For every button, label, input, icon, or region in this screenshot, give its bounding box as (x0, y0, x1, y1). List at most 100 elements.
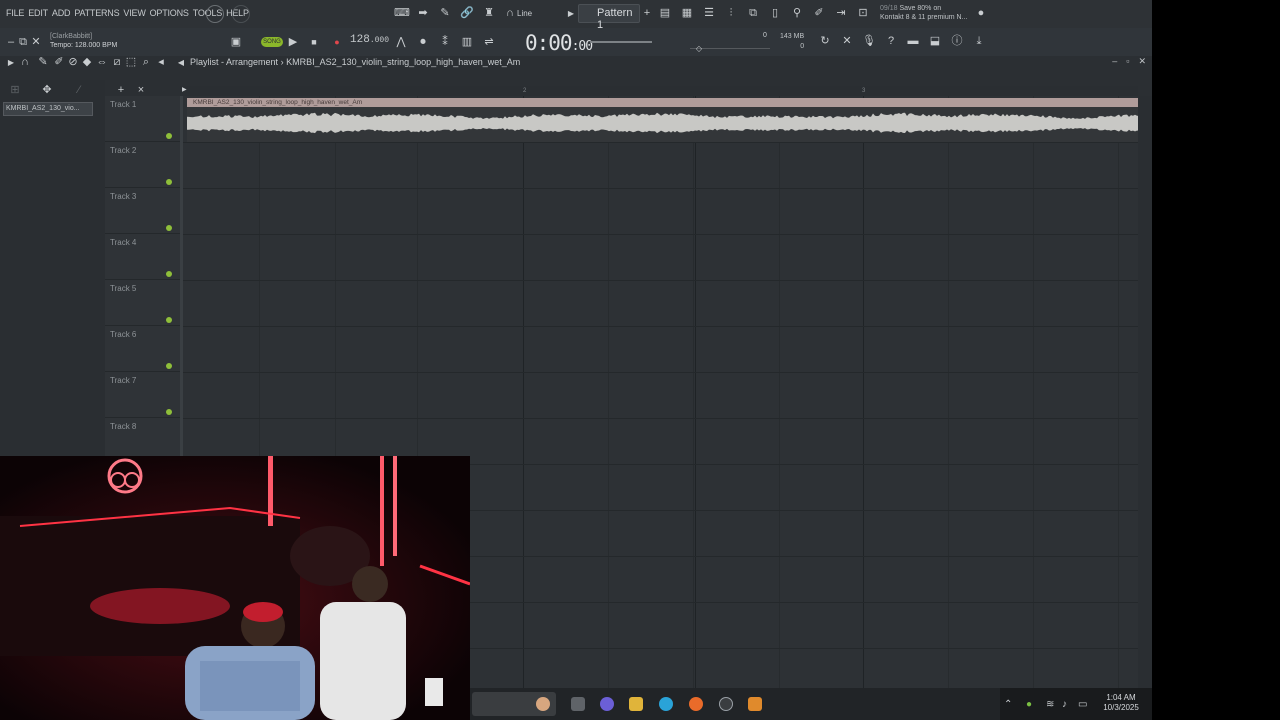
firefox-icon[interactable] (689, 697, 703, 711)
draw-icon[interactable]: ✎ (438, 7, 452, 20)
file-icon[interactable]: ▯ (768, 7, 782, 20)
pattern-mode-icon[interactable]: ▣ (229, 36, 243, 49)
fl-studio-taskbar-icon[interactable] (748, 697, 762, 711)
track-mute-icon[interactable] (166, 133, 172, 139)
keyboard-icon[interactable]: ⌨ (394, 7, 408, 20)
track-header-6[interactable]: Track 6 (105, 326, 180, 372)
render-icon[interactable]: ⬓ (928, 35, 942, 48)
tools-icon[interactable]: ✕ (840, 35, 854, 48)
mixer-icon[interactable]: ⫶ (724, 7, 738, 20)
countdown-icon[interactable]: ⁑ (438, 36, 452, 49)
slice-tool-icon[interactable]: ⧄ (110, 56, 124, 69)
cpu-knob-icon[interactable] (206, 5, 224, 23)
restore-icon[interactable]: ⧉ (16, 36, 30, 49)
browser-icon[interactable]: ⧉ (746, 7, 760, 20)
save-icon[interactable]: ▬ (906, 35, 920, 48)
playlist-minimize-icon[interactable]: – (1112, 56, 1117, 67)
menu-options[interactable]: OPTIONS (150, 8, 189, 18)
menu-file[interactable]: FILE (6, 8, 24, 18)
picker-grid-icon[interactable]: ⊞ (8, 84, 22, 97)
timeline-ruler[interactable]: ▶ 2 3 (180, 86, 1138, 96)
track-mute-icon[interactable] (166, 271, 172, 277)
pencil-tool-icon[interactable]: ✎ (36, 56, 50, 69)
magnet-snap-icon[interactable]: ∩ (18, 56, 32, 69)
record-icon[interactable]: ● (330, 36, 344, 49)
playhead-marker-icon[interactable]: ▶ (182, 86, 187, 93)
task-view-icon[interactable] (571, 697, 585, 711)
link-icon[interactable]: 🔗 (460, 7, 474, 20)
brush-tool-icon[interactable]: ✐ (52, 56, 66, 69)
track-mute-icon[interactable] (166, 363, 172, 369)
tray-chevron-icon[interactable]: ⌃ (1004, 699, 1012, 710)
edge-icon[interactable] (659, 697, 673, 711)
vertical-scrollbar[interactable] (1138, 96, 1152, 688)
picker-arrows-icon[interactable]: ✥ (40, 84, 54, 97)
app-icon[interactable] (600, 697, 614, 711)
pattern-selector[interactable]: Pattern 1 (578, 4, 640, 23)
track-header-2[interactable]: Track 2 (105, 142, 180, 188)
add-pattern-icon[interactable]: + (640, 7, 654, 20)
metronome-icon[interactable]: ⋀ (394, 36, 408, 49)
options-arrow-icon[interactable]: ◀ (174, 56, 188, 69)
taskbar-clock[interactable]: 1:04 AM 10/3/2025 (1098, 693, 1144, 713)
mute-tool-icon[interactable]: ◆ (80, 56, 94, 69)
play-small-icon[interactable]: ▶ (564, 7, 578, 20)
volume-icon[interactable]: ♪ (1062, 699, 1067, 710)
help-icon[interactable]: ? (884, 35, 898, 48)
download-icon[interactable]: ⤓ (972, 35, 986, 48)
channel-rack-icon[interactable]: ☰ (702, 7, 716, 20)
piano-roll-icon[interactable]: ▦ (680, 7, 694, 20)
cart-icon[interactable]: ⊡ (856, 7, 870, 20)
select-tool-icon[interactable]: ⬚ (124, 56, 138, 69)
mic-tray-icon[interactable]: ● (1026, 699, 1032, 710)
play-icon[interactable]: ▶ (286, 36, 300, 49)
arrow-right-icon[interactable]: ➡ (416, 7, 430, 20)
track-header-7[interactable]: Track 7 (105, 372, 180, 418)
menu-add[interactable]: ADD (52, 8, 70, 18)
audio-clip[interactable]: KMRBI_AS2_130_violin_string_loop_high_ha… (187, 98, 1141, 142)
slider-handle-icon[interactable]: ◇ (692, 42, 706, 55)
picker-audio-clip[interactable]: KMRBI_AS2_130_vio... (3, 102, 93, 116)
playlist-icon[interactable]: ▤ (658, 7, 672, 20)
wait-input-icon[interactable]: ⏺ (416, 36, 430, 49)
loop-record-icon[interactable]: ⇌ (482, 36, 496, 49)
playlist-menu-icon[interactable]: ▶ (4, 56, 18, 69)
file-explorer-icon[interactable] (629, 697, 643, 711)
pitch-knob-icon[interactable] (232, 5, 250, 23)
audio-clip-header[interactable]: KMRBI_AS2_130_violin_string_loop_high_ha… (187, 98, 1141, 107)
zoom-tool-icon[interactable]: ⌕ (139, 56, 153, 69)
news-panel[interactable]: 09/18 Save 80% on Kontakt 8 & 11 premium… (880, 4, 967, 22)
loop-icon[interactable]: ↻ (818, 35, 832, 48)
track-mute-icon[interactable] (166, 179, 172, 185)
track-header-3[interactable]: Track 3 (105, 188, 180, 234)
song-mode-button[interactable]: SONG (261, 37, 283, 47)
menu-edit[interactable]: EDIT (28, 8, 48, 18)
delete-tool-icon[interactable]: ⊘ (66, 56, 80, 69)
chrome-icon[interactable] (719, 697, 733, 711)
bpm-display[interactable]: 128.000 (350, 34, 389, 46)
close-icon[interactable]: ✕ (29, 36, 43, 49)
wifi-icon[interactable]: ≋ (1046, 699, 1054, 710)
plugin-icon[interactable]: ⚲ (790, 7, 804, 20)
track-mute-icon[interactable] (166, 225, 172, 231)
stop-icon[interactable]: ■ (307, 36, 321, 49)
playlist-maximize-icon[interactable]: ▫ (1126, 56, 1129, 67)
stamp-icon[interactable]: ♜ (482, 7, 496, 20)
magnet-icon[interactable]: ∩ (503, 7, 517, 20)
battery-icon[interactable]: ▭ (1078, 699, 1087, 710)
picker-resize-icon[interactable]: ⁄ (72, 84, 86, 97)
mic-icon[interactable]: 🎙 (862, 35, 876, 48)
track-header-4[interactable]: Track 4 (105, 234, 180, 280)
info-icon[interactable]: ⓘ (950, 35, 964, 48)
master-volume-slider[interactable] (590, 41, 652, 43)
pencil-icon[interactable]: ✐ (812, 7, 826, 20)
playback-tool-icon[interactable]: ◂ (154, 56, 168, 69)
avatar-icon[interactable] (536, 697, 550, 711)
playlist-close-icon[interactable]: ✕ (1138, 56, 1146, 67)
step-edit-icon[interactable]: ▥ (460, 36, 474, 49)
track-mute-icon[interactable] (166, 409, 172, 415)
globe-icon[interactable]: ● (974, 7, 988, 20)
forward-icon[interactable]: ⇥ (834, 7, 848, 20)
track-mute-icon[interactable] (166, 317, 172, 323)
snap-select[interactable]: Line (517, 9, 532, 18)
